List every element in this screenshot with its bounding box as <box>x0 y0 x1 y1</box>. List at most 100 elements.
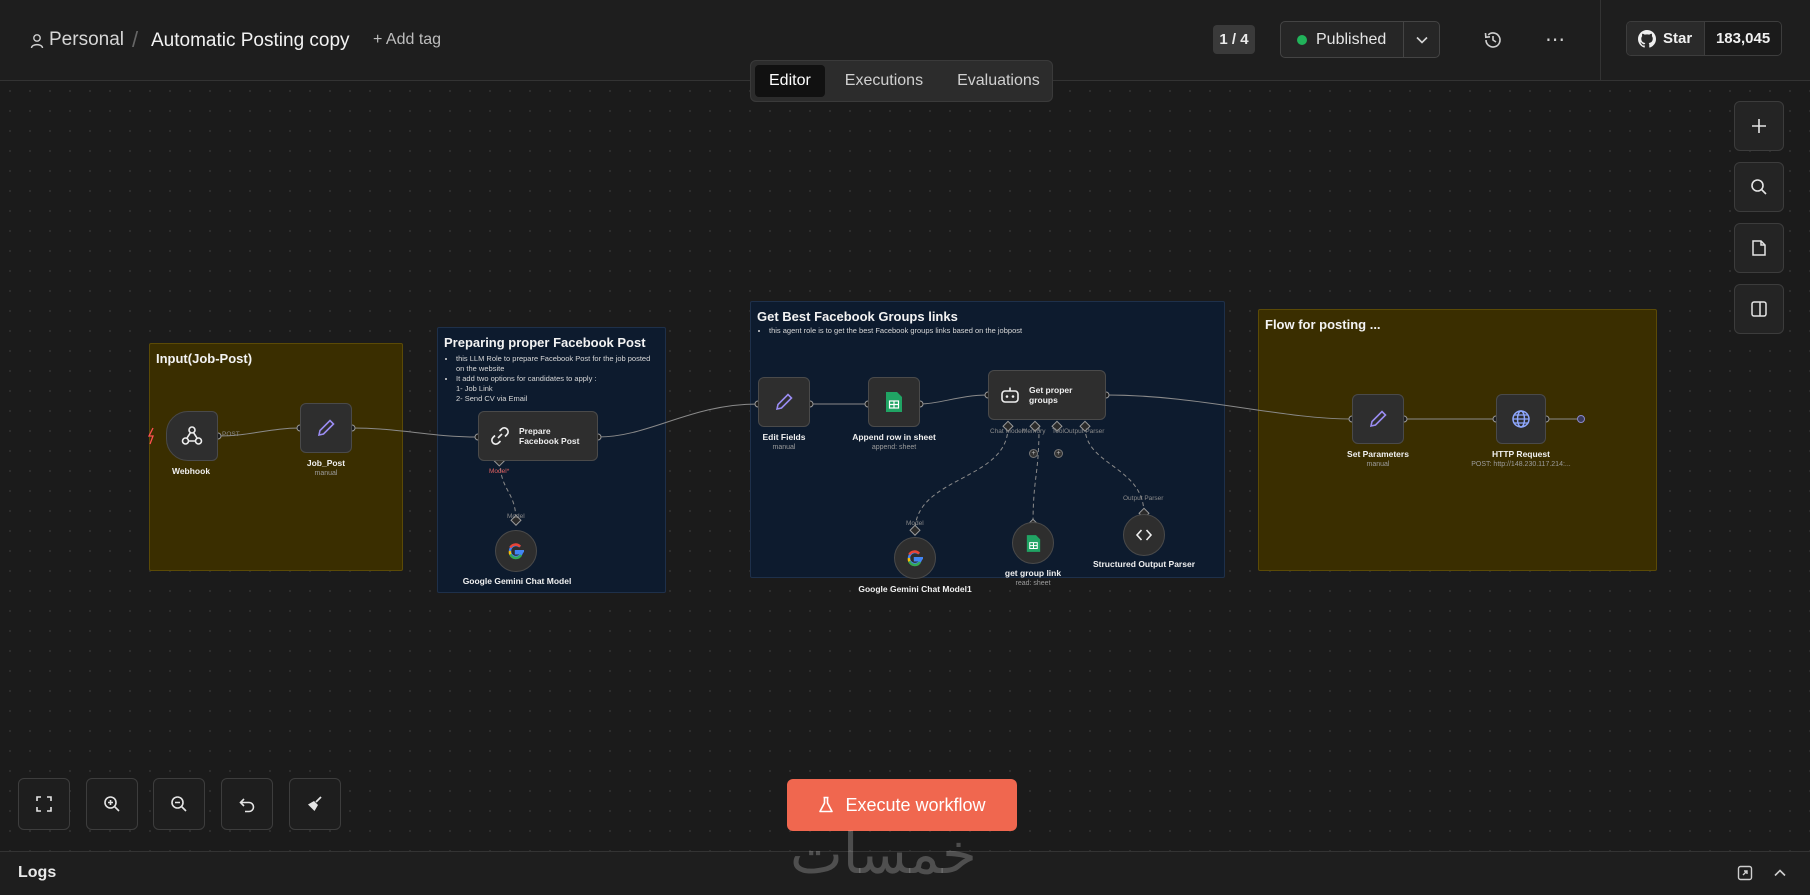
node-get-group-link[interactable] <box>1012 522 1054 564</box>
node-get-group-link-sub: read: sheet <box>1015 580 1051 587</box>
plus-icon <box>1752 119 1766 133</box>
publish-control: Published <box>1280 21 1440 58</box>
google-sheets-icon <box>886 392 902 412</box>
github-star-widget: Star 183,045 <box>1626 21 1782 56</box>
workflow-title[interactable]: Automatic Posting copy <box>151 30 350 52</box>
published-status-dot <box>1297 34 1307 45</box>
mode-tabs: Editor Executions Evaluations <box>750 60 1053 102</box>
node-job-post-label: Job_Post <box>306 458 346 468</box>
sticky-bullet: this agent role is to get the best Faceb… <box>769 326 1161 336</box>
port-post-label: POST <box>222 431 240 438</box>
panel-icon <box>1751 301 1767 317</box>
node-gemini1-label: Google Gemini Chat Model <box>462 576 572 586</box>
sticky-notes: this agent role is to get the best Faceb… <box>761 326 1161 336</box>
node-append-row-sub: append: sheet <box>871 444 917 451</box>
port-model-label: Model <box>507 513 525 520</box>
node-edit-fields[interactable] <box>758 377 810 427</box>
published-label: Published <box>1316 30 1387 48</box>
node-label-line: groups <box>1029 395 1058 405</box>
google-icon <box>508 543 524 560</box>
node-label-line: Get proper <box>1029 385 1073 395</box>
toggle-panel-button[interactable] <box>1734 284 1784 334</box>
add-tag-button[interactable]: + Add tag <box>373 31 441 49</box>
sticky-note-icon <box>1752 240 1766 256</box>
port-model-label: Model <box>906 520 924 527</box>
sticky-line: 2- Send CV via Email <box>456 394 528 403</box>
node-get-groups-label: Get proper groups <box>1029 385 1072 405</box>
flask-icon <box>819 796 834 813</box>
sticky-notes: this LLM Role to prepare Facebook Post f… <box>448 354 658 404</box>
node-webhook[interactable] <box>166 411 218 461</box>
node-job-post[interactable] <box>300 403 352 453</box>
chevron-up-icon[interactable] <box>1772 865 1788 881</box>
port-output-parser-label: Output Parser <box>1123 495 1164 502</box>
node-get-proper-groups[interactable]: Get proper groups <box>988 370 1106 420</box>
tidy-up-button[interactable] <box>289 778 341 830</box>
node-http-request[interactable] <box>1496 394 1546 444</box>
history-icon[interactable] <box>1482 29 1504 51</box>
node-append-row-label: Append row in sheet <box>852 432 936 442</box>
github-star-label: Star <box>1663 30 1693 47</box>
node-append-row-in-sheet[interactable] <box>868 377 920 427</box>
google-icon <box>907 550 923 567</box>
node-job-post-sub: manual <box>314 470 338 477</box>
header-divider <box>1600 0 1601 81</box>
github-star-button[interactable]: Star <box>1627 22 1705 55</box>
search-nodes-button[interactable] <box>1734 162 1784 212</box>
google-sheets-icon <box>1026 534 1040 552</box>
add-node-button[interactable] <box>1734 101 1784 151</box>
node-prepare-facebook-post[interactable]: Prepare Facebook Post <box>478 411 598 461</box>
sticky-flow-for-posting[interactable]: Flow for posting ... <box>1258 309 1657 571</box>
node-google-gemini-chat-model1[interactable] <box>894 537 936 579</box>
node-edit-fields-label: Edit Fields <box>762 432 806 442</box>
tab-editor[interactable]: Editor <box>755 65 825 97</box>
node-set-parameters[interactable] <box>1352 394 1404 444</box>
zoom-out-button[interactable] <box>153 778 205 830</box>
search-icon <box>1751 179 1767 195</box>
node-label-line: Facebook Post <box>519 436 580 446</box>
sticky-bullet: It add two options for candidates to app… <box>456 374 658 384</box>
node-set-parameters-sub: manual <box>1366 461 1390 468</box>
node-prepare-post-label: Prepare Facebook Post <box>519 426 579 446</box>
sticky-title: Preparing proper Facebook Post <box>444 335 646 350</box>
zoom-to-fit-button[interactable] <box>18 778 70 830</box>
broom-icon <box>308 796 322 811</box>
undo-icon <box>239 798 255 813</box>
node-set-parameters-label: Set Parameters <box>1347 449 1409 459</box>
breadcrumb-project[interactable]: Personal <box>49 29 124 51</box>
fit-icon <box>36 796 52 812</box>
github-star-count[interactable]: 183,045 <box>1704 22 1781 55</box>
pencil-icon <box>1369 410 1387 428</box>
pencil-icon <box>317 419 335 437</box>
add-sticky-note-button[interactable] <box>1734 223 1784 273</box>
zoom-out-icon <box>171 796 187 812</box>
node-google-gemini-chat-model[interactable] <box>495 530 537 572</box>
node-label-line: Prepare <box>519 426 551 436</box>
port-tool-label: Tool <box>1052 428 1064 435</box>
pop-out-icon[interactable] <box>1737 865 1753 881</box>
sticky-title: Input(Job-Post) <box>156 351 253 366</box>
node-gemini2-label: Google Gemini Chat Model1 <box>858 584 972 594</box>
tab-executions[interactable]: Executions <box>831 65 937 97</box>
globe-icon <box>1512 410 1530 428</box>
add-memory-plus-icon[interactable]: + <box>1029 449 1038 458</box>
page-counter: 1 / 4 <box>1213 25 1255 54</box>
published-button[interactable]: Published <box>1281 22 1403 57</box>
watermark-logo: خمسات <box>790 822 977 887</box>
publish-dropdown-button[interactable] <box>1403 22 1439 57</box>
tab-evaluations[interactable]: Evaluations <box>943 65 1054 97</box>
user-icon <box>30 34 44 49</box>
sticky-line: 1- Job Link <box>456 384 493 393</box>
zoom-in-button[interactable] <box>86 778 138 830</box>
sticky-title: Get Best Facebook Groups links <box>757 309 958 324</box>
code-brackets-icon <box>1135 529 1153 541</box>
more-options-icon[interactable]: ⋯ <box>1545 27 1566 52</box>
undo-button[interactable] <box>221 778 273 830</box>
robot-icon <box>1001 387 1019 403</box>
node-structured-output-parser[interactable] <box>1123 514 1165 556</box>
sticky-title: Flow for posting ... <box>1265 317 1381 332</box>
add-tool-plus-icon[interactable]: + <box>1054 449 1063 458</box>
port-output-parser-label: Output Parser <box>1064 428 1105 435</box>
github-icon <box>1638 29 1656 48</box>
workflow-canvas[interactable]: Input(Job-Post) Preparing proper Faceboo… <box>0 81 1810 851</box>
